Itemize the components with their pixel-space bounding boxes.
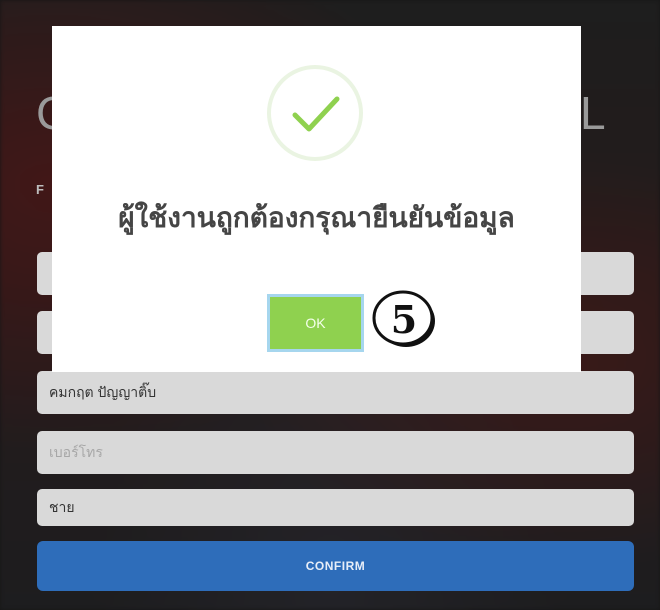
step-number: 5 xyxy=(390,296,418,342)
success-icon-circle xyxy=(267,65,363,161)
step-annotation-badge: 5 xyxy=(370,288,438,350)
dialog-message: ผู้ใช้งานถูกต้องกรุณายืนยันข้อมูล xyxy=(118,201,515,234)
success-dialog: ผู้ใช้งานถูกต้องกรุณายืนยันข้อมูล OK xyxy=(52,26,581,372)
check-icon xyxy=(292,96,340,132)
ok-button[interactable]: OK xyxy=(267,294,364,352)
confirm-button[interactable]: CONFIRM xyxy=(37,541,634,591)
phone-field[interactable]: เบอร์โทร xyxy=(37,431,634,474)
page-heading-fragment-right: L xyxy=(580,87,606,139)
section-label-fragment: F xyxy=(36,182,44,197)
name-field[interactable]: คมกฤต ปัญญาติ๊บ xyxy=(37,371,634,414)
gender-select[interactable]: ชาย xyxy=(37,489,634,526)
